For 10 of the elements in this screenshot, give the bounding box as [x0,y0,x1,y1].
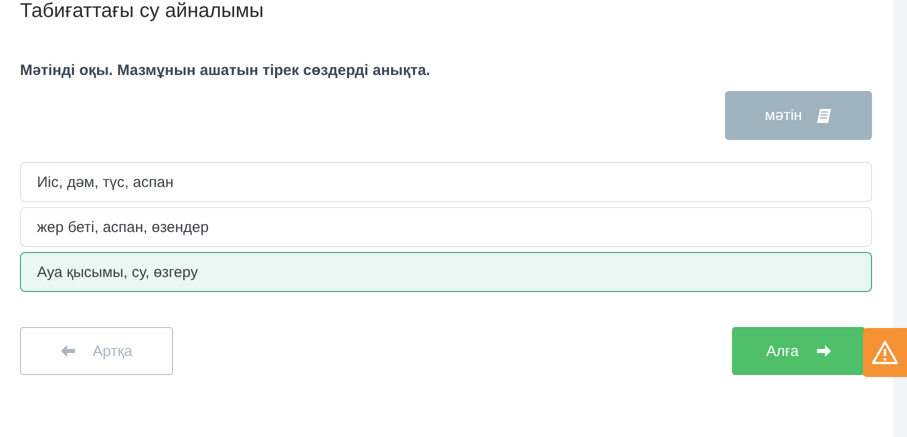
arrow-right-icon [816,345,831,357]
answer-option[interactable]: Ауа қысымы, су, өзгеру [20,252,872,292]
report-button[interactable] [863,328,907,377]
book-icon [816,108,832,124]
page-title: Табиғаттағы су айналымы [20,0,265,24]
warning-icon [872,340,898,365]
answer-option[interactable]: Иіс, дәм, түс, аспан [20,162,872,202]
instruction-text: Мәтінді оқы. Мазмұнын ашатын тірек сөздерді анықта. [20,62,432,79]
arrow-left-icon [60,345,75,357]
answer-option[interactable]: жер беті, аспан, өзендер [20,207,872,247]
